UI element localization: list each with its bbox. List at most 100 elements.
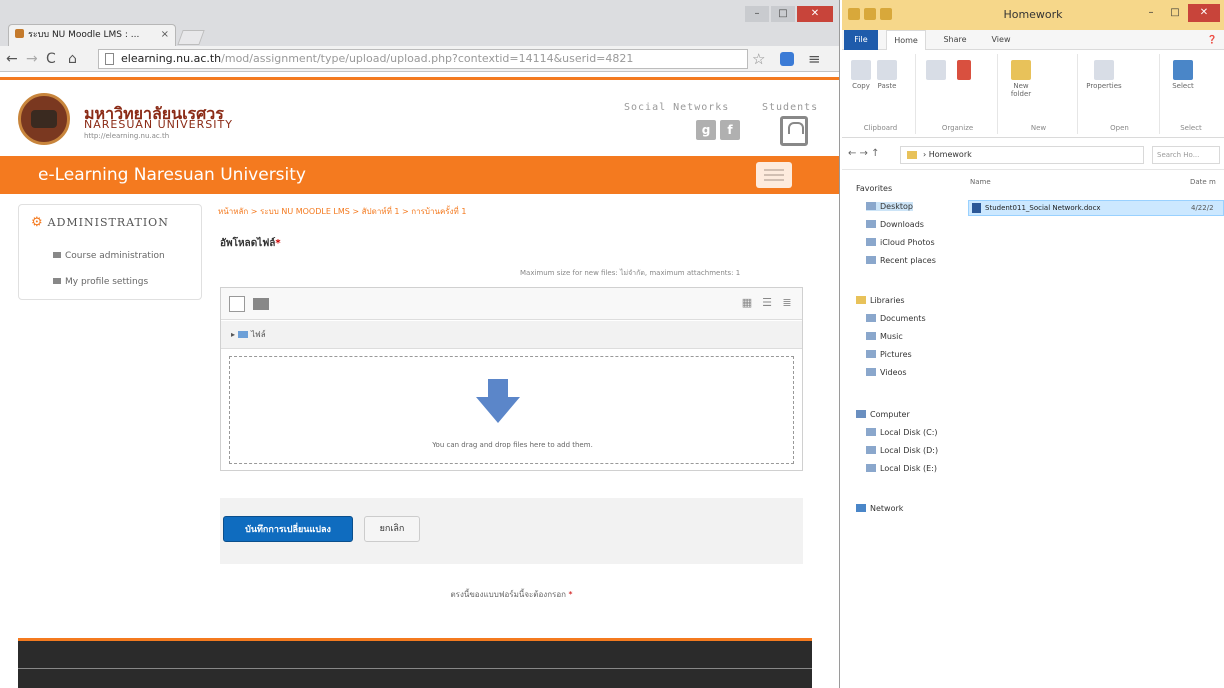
nav-local-disk-d[interactable]: Local Disk (D:) (866, 446, 938, 455)
save-changes-button[interactable]: บันทึกการเปลี่ยนแปลง (223, 516, 353, 542)
icloud-icon (866, 238, 876, 246)
university-logo[interactable] (18, 93, 70, 145)
new-folder-button[interactable]: New folder (1006, 60, 1036, 98)
back-icon[interactable]: ← (6, 50, 18, 68)
course-administration-link[interactable]: Course administration (53, 251, 165, 261)
forward-icon[interactable]: → (26, 50, 38, 68)
explorer-address-bar[interactable]: › Homework (900, 146, 1144, 164)
nav-recent-places[interactable]: Recent places (866, 256, 936, 265)
explorer-search-input[interactable]: Search Ho... (1152, 146, 1220, 164)
disk-icon (866, 428, 876, 436)
column-header-name[interactable]: Name (970, 178, 991, 186)
browser-window: ระบบ NU Moodle LMS : ... × – □ ✕ ← → C ⌂… (0, 0, 840, 688)
select-button[interactable]: Select (1168, 60, 1198, 90)
tab-view[interactable]: View (986, 30, 1016, 50)
facebook-icon[interactable]: f (720, 120, 740, 140)
administration-block: ⚙ ADMINISTRATION Course administration My… (18, 204, 202, 300)
minimize-button[interactable]: – (745, 6, 769, 22)
nav-downloads[interactable]: Downloads (866, 220, 924, 229)
university-url: http://elearning.nu.ac.th (84, 132, 170, 140)
column-header-date[interactable]: Date m (1190, 178, 1216, 186)
browser-toolbar: ← → C ⌂ elearning.nu.ac.th/mod/assignmen… (0, 46, 839, 72)
close-window-button[interactable]: ✕ (1188, 4, 1220, 22)
tree-view-icon[interactable]: ≣ (780, 296, 794, 310)
paste-button[interactable]: Paste (876, 60, 898, 90)
select-all-icon (1173, 60, 1193, 80)
hamburger-menu-icon[interactable] (756, 162, 792, 188)
organize-group: Organize (918, 54, 998, 134)
url-path: /mod/assignment/type/upload/upload.php?c… (221, 52, 634, 65)
file-picker: ▦ ☰ ≣ ▸ ไฟล์ You can drag and drop files … (220, 287, 803, 471)
drop-zone[interactable]: You can drag and drop files here to add … (229, 356, 794, 464)
explorer-nav-buttons[interactable]: ← → ↑ (848, 148, 880, 159)
maximize-button[interactable]: □ (1164, 4, 1186, 22)
file-explorer-window: Homework – □ ✕ File Home Share View ❓ Co… (842, 0, 1224, 688)
libraries-icon (856, 296, 866, 304)
explorer-window-controls: – □ ✕ (1140, 4, 1220, 22)
reload-icon[interactable]: C (46, 50, 56, 68)
file-picker-toolbar: ▦ ☰ ≣ (221, 288, 802, 320)
user-avatar-icon[interactable] (780, 116, 808, 146)
site-banner[interactable]: e-Learning Naresuan University (0, 156, 839, 194)
paste-icon (877, 60, 897, 80)
extension-icon[interactable] (780, 52, 794, 66)
tab-home[interactable]: Home (886, 30, 926, 50)
nav-local-disk-e[interactable]: Local Disk (E:) (866, 464, 937, 473)
nav-favorites[interactable]: Favorites (856, 184, 892, 193)
site-header: มหาวิทยาลัยนเรศวร NARESUAN UNIVERSITY ht… (0, 77, 839, 155)
home-icon[interactable]: ⌂ (68, 50, 77, 68)
network-icon (856, 504, 866, 512)
tab-share[interactable]: Share (940, 30, 970, 50)
nav-libraries[interactable]: Libraries (856, 296, 905, 305)
bookmark-star-icon[interactable]: ☆ (752, 50, 765, 68)
cancel-button[interactable]: ยกเลิก (364, 516, 420, 542)
nav-icloud-photos[interactable]: iCloud Photos (866, 238, 935, 247)
downloads-icon (866, 220, 876, 228)
maximize-button[interactable]: □ (771, 6, 795, 22)
open-group: Properties Open (1080, 54, 1160, 134)
browser-window-controls: – □ ✕ (745, 6, 833, 22)
upload-files-label: อัพโหลดไฟล์* (220, 238, 281, 249)
nav-documents[interactable]: Documents (866, 314, 926, 323)
close-tab-icon[interactable]: × (161, 25, 169, 45)
folder-icon (907, 151, 917, 159)
documents-icon (866, 314, 876, 322)
delete-button[interactable] (954, 60, 974, 82)
list-view-icon[interactable]: ☰ (760, 296, 774, 310)
browser-tab[interactable]: ระบบ NU Moodle LMS : ... × (8, 24, 176, 46)
file-picker-path[interactable]: ▸ ไฟล์ (221, 321, 802, 349)
nav-music[interactable]: Music (866, 332, 903, 341)
page-icon (105, 53, 114, 65)
icon-view-icon[interactable]: ▦ (740, 296, 754, 310)
nav-local-disk-c[interactable]: Local Disk (C:) (866, 428, 938, 437)
nav-desktop[interactable]: Desktop (866, 202, 913, 211)
file-date: 4/22/2 (1191, 204, 1214, 212)
nav-network[interactable]: Network (856, 504, 903, 513)
help-icon[interactable]: ❓ (1204, 30, 1220, 50)
nav-pictures[interactable]: Pictures (866, 350, 912, 359)
administration-title[interactable]: ⚙ ADMINISTRATION (31, 215, 169, 230)
address-bar[interactable]: elearning.nu.ac.th/mod/assignment/type/u… (98, 49, 748, 69)
new-folder-icon (1011, 60, 1031, 80)
ribbon: Copy Paste Clipboard Organize New folder… (842, 50, 1224, 138)
chrome-menu-icon[interactable]: ≡ (808, 50, 821, 68)
properties-button[interactable]: Properties (1084, 60, 1124, 90)
my-profile-settings-link[interactable]: My profile settings (53, 277, 148, 287)
tab-file[interactable]: File (844, 30, 878, 50)
close-window-button[interactable]: ✕ (797, 6, 833, 22)
students-label: Students (762, 102, 819, 113)
word-document-icon (972, 203, 981, 213)
move-to-button[interactable] (926, 60, 946, 82)
move-icon (926, 60, 946, 80)
recent-places-icon (866, 256, 876, 264)
google-plus-icon[interactable]: g (696, 120, 716, 140)
file-item[interactable]: Student011_Social Network.docx 4/22/2 (968, 200, 1224, 216)
copy-button[interactable]: Copy (850, 60, 872, 90)
nav-videos[interactable]: Videos (866, 368, 907, 377)
nav-computer[interactable]: Computer (856, 410, 910, 419)
add-file-icon[interactable] (229, 296, 245, 312)
create-folder-icon[interactable] (253, 298, 269, 310)
minimize-button[interactable]: – (1140, 4, 1162, 22)
breadcrumb[interactable]: หน้าหลัก > ระบบ NU MOODLE LMS > สัปดาห์ท… (218, 205, 466, 218)
folder-icon (53, 252, 61, 258)
